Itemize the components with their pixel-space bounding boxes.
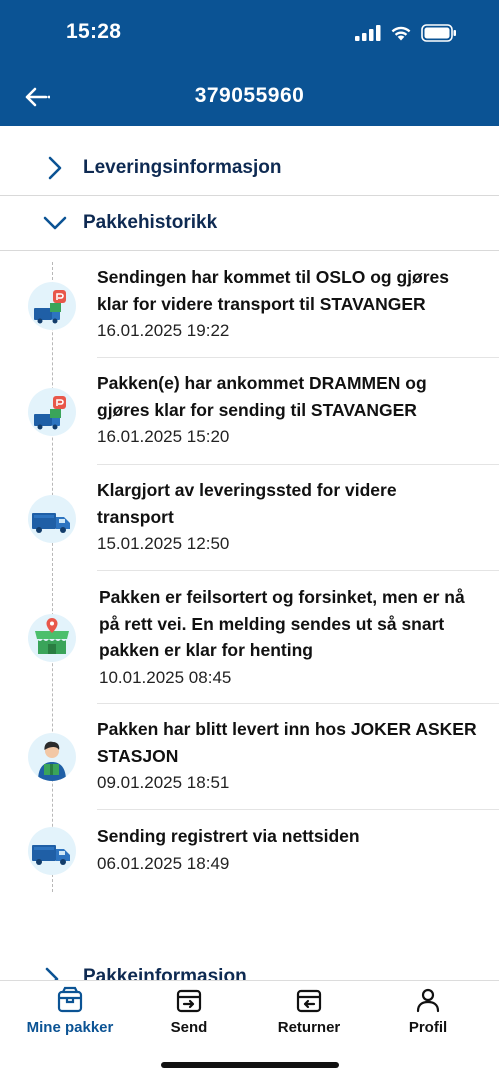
- event-text: Klargjort av leveringssted for videre tr…: [97, 477, 477, 557]
- event-date: 10.01.2025 08:45: [99, 667, 232, 687]
- status-bar: 15:28: [0, 0, 499, 66]
- truck-package-icon: [28, 388, 76, 436]
- package-icon: [57, 986, 83, 1013]
- event-date: 09.01.2025 18:51: [97, 773, 230, 792]
- event-description: Sendingen har kommet til OSLO og gjøres …: [97, 267, 449, 314]
- nav-bar: 379055960: [0, 70, 499, 124]
- event-date: 15.01.2025 12:50: [97, 534, 230, 553]
- section-delivery-info-label: Leveringsinformasjon: [83, 157, 282, 178]
- signal-icon: [355, 25, 381, 41]
- event-divider: [97, 357, 499, 358]
- event-description: Klargjort av leveringssted for videre tr…: [97, 480, 397, 527]
- event-divider: [97, 809, 499, 810]
- tab-return[interactable]: Returner: [254, 985, 364, 1045]
- event-divider: [97, 703, 499, 704]
- truck-package-icon: [28, 282, 76, 330]
- person-icon: [416, 988, 440, 1013]
- person-package-icon: [28, 733, 76, 781]
- truck-icon: [28, 495, 76, 543]
- section-package-history-label: Pakkehistorikk: [83, 212, 218, 233]
- event-date: 16.01.2025 15:20: [97, 427, 230, 446]
- event-text: Pakken har blitt levert inn hos JOKER AS…: [97, 716, 477, 796]
- event-text: Sendingen har kommet til OSLO og gjøres …: [97, 264, 477, 344]
- event-date: 06.01.2025 18:49: [97, 853, 230, 873]
- tab-label: Mine pakker: [26, 1019, 114, 1036]
- timeline-line: [52, 262, 53, 892]
- send-package-icon: [176, 989, 202, 1013]
- truck-icon: [28, 827, 76, 875]
- app-header: 15:28 379055960: [0, 0, 499, 126]
- event-divider: [97, 570, 499, 571]
- event-text: Pakken er feilsortert og forsinket, men …: [99, 584, 479, 691]
- chevron-down-icon: [40, 208, 70, 238]
- battery-icon: [421, 24, 456, 42]
- section-delivery-info[interactable]: Leveringsinformasjon: [0, 141, 499, 195]
- status-icons: [355, 24, 457, 42]
- return-package-icon: [296, 989, 322, 1013]
- tab-label: Profil: [408, 1019, 448, 1036]
- page-title: 379055960: [194, 84, 305, 107]
- divider: [0, 250, 499, 251]
- home-indicator[interactable]: [161, 1062, 339, 1068]
- wifi-icon: [391, 26, 411, 41]
- tab-profile[interactable]: Profil: [373, 985, 483, 1045]
- section-package-info[interactable]: Pakkeinformasjon: [0, 962, 499, 982]
- event-description: Pakken er feilsortert og forsinket, men …: [99, 587, 465, 660]
- event-description: Pakken(e) har ankommet DRAMMEN og gjøres…: [97, 373, 427, 420]
- status-time: 15:28: [66, 20, 122, 43]
- event-date: 16.01.2025 19:22: [97, 321, 230, 340]
- event-text: Pakken(e) har ankommet DRAMMEN og gjøres…: [97, 370, 477, 450]
- store-location-icon: [28, 614, 76, 662]
- event-description: Pakken har blitt levert inn hos JOKER AS…: [97, 719, 477, 766]
- tab-label: Returner: [277, 1019, 341, 1036]
- chevron-right-icon: [40, 153, 70, 183]
- event-description: Sending registrert via nettsiden: [97, 826, 360, 846]
- event-divider: [97, 464, 499, 465]
- section-package-history[interactable]: Pakkehistorikk: [0, 196, 499, 250]
- tab-label: Send: [170, 1019, 208, 1036]
- event-text: Sending registrert via nettsiden 06.01.2…: [97, 823, 477, 877]
- tab-my-packages[interactable]: Mine pakker: [15, 985, 125, 1045]
- tab-send[interactable]: Send: [134, 985, 244, 1045]
